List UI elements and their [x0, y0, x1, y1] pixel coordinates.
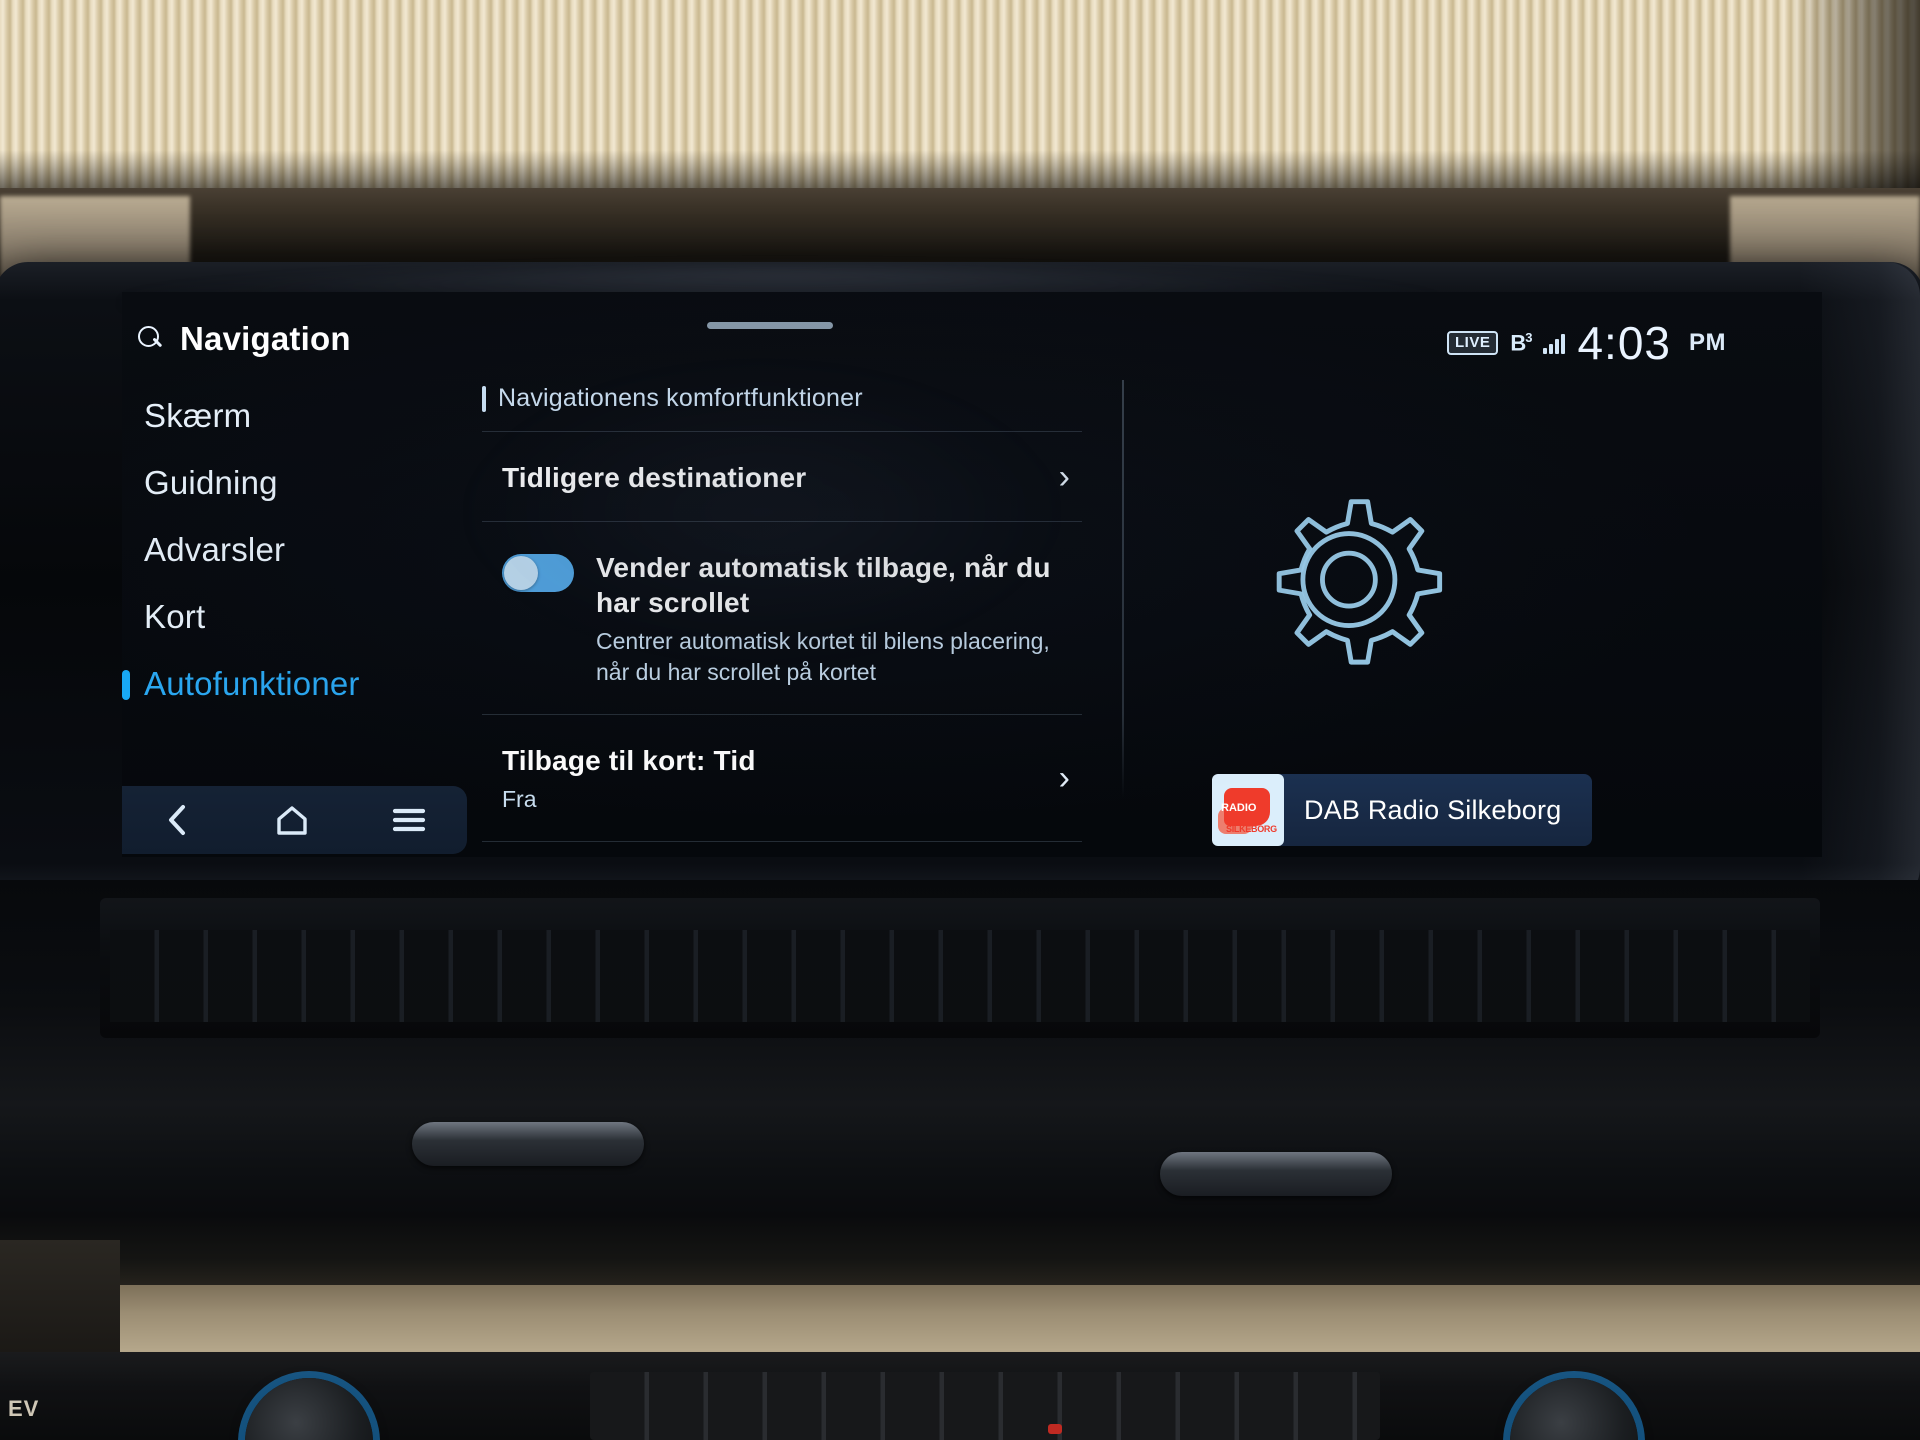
settings-list: Navigationens komfortfunktioner Tidliger…: [482, 368, 1082, 857]
status-bar: LIVE B3 4:03 PM: [1447, 320, 1726, 366]
bluetooth-icon: B3: [1510, 329, 1532, 356]
sidebar-item-label: Skærm: [144, 396, 252, 434]
panel-drag-handle[interactable]: [707, 322, 833, 329]
indicator-light: [1048, 1424, 1062, 1434]
content-divider: [1122, 380, 1124, 798]
dashboard-photo-scene: LIVE B3 4:03 PM Navigation Skærm Guidnin…: [0, 0, 1920, 1440]
active-indicator: [122, 670, 130, 700]
ev-badge: EV: [8, 1396, 40, 1421]
station-logo: RADIO SILKEBORG: [1212, 774, 1284, 846]
sidebar-item-kort[interactable]: Kort: [122, 583, 467, 650]
gear-icon: [1227, 460, 1457, 695]
signal-strength-icon: [1543, 332, 1566, 354]
sidebar-item-skaerm[interactable]: Skærm: [122, 382, 467, 449]
vent-handle-left[interactable]: [412, 1122, 644, 1166]
bluetooth-sup: 3: [1525, 329, 1532, 345]
home-button[interactable]: [274, 804, 310, 836]
sidebar-item-label: Kort: [144, 597, 206, 635]
row-title: Vender automatisk tilbage, når du har sc…: [596, 552, 1051, 618]
row-title: Tidligere destinationer: [502, 462, 807, 493]
menu-button[interactable]: [392, 806, 426, 834]
station-name: DAB Radio Silkeborg: [1304, 794, 1562, 825]
section-title: Navigationens komfortfunktioner: [498, 384, 863, 412]
vent-handle-right[interactable]: [1160, 1152, 1392, 1196]
list-item-satellit[interactable]: Satellit ›: [482, 841, 1082, 857]
settings-sidebar: Navigation Skærm Guidning Advarsler Kort…: [122, 320, 467, 854]
chevron-right-icon: ›: [1058, 759, 1070, 798]
list-item-tilbage-til-kort-tid[interactable]: Tilbage til kort: Tid Fra ›: [482, 714, 1082, 841]
infotainment-screen: LIVE B3 4:03 PM Navigation Skærm Guidnin…: [122, 292, 1822, 857]
bottom-nav-bar: [122, 786, 467, 854]
live-badge: LIVE: [1447, 331, 1499, 355]
sidebar-item-label: Guidning: [144, 463, 278, 501]
sidebar-item-label: Autofunktioner: [144, 664, 360, 702]
logo-text-top: RADIO: [1221, 802, 1257, 814]
air-vent-slats: [110, 930, 1810, 1022]
sidebar-item-advarsler[interactable]: Advarsler: [122, 516, 467, 583]
list-item-auto-return[interactable]: Vender automatisk tilbage, når du har sc…: [482, 521, 1082, 714]
row-subtitle: Centrer automatisk kortet til bilens pla…: [596, 628, 1050, 686]
sidebar-item-autofunktioner[interactable]: Autofunktioner: [122, 650, 467, 717]
logo-text-bottom: SILKEBORG: [1226, 824, 1277, 834]
section-accent-bar: [482, 385, 486, 412]
media-widget[interactable]: RADIO SILKEBORG DAB Radio Silkeborg: [1212, 774, 1592, 846]
row-title: Tilbage til kort: Tid: [502, 745, 756, 777]
search-icon[interactable]: [138, 326, 164, 352]
chevron-right-icon: ›: [1058, 457, 1070, 496]
sidebar-item-guidning[interactable]: Guidning: [122, 449, 467, 516]
sidebar-item-label: Advarsler: [144, 530, 286, 568]
auto-return-toggle[interactable]: [502, 554, 574, 592]
section-header: Navigationens komfortfunktioner: [482, 368, 1082, 431]
toggle-knob: [504, 556, 538, 590]
clock-ampm: PM: [1689, 329, 1726, 356]
console-buttons[interactable]: [590, 1372, 1380, 1440]
back-button[interactable]: [163, 803, 193, 837]
sidebar-header[interactable]: Navigation: [122, 320, 467, 358]
list-item-tidligere-destinationer[interactable]: Tidligere destinationer ›: [482, 431, 1082, 521]
clock-time: 4:03: [1577, 317, 1671, 369]
page-title: Navigation: [180, 320, 351, 357]
row-subtitle: Fra: [502, 786, 537, 813]
